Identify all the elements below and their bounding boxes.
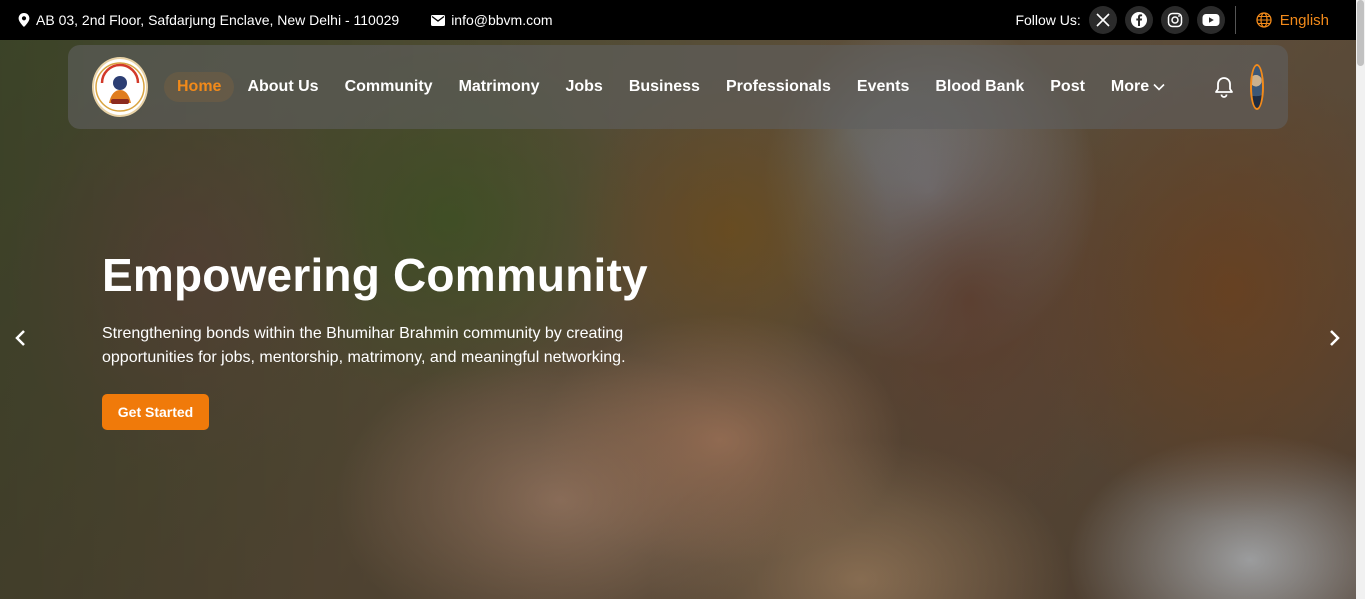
nav-community[interactable]: Community	[332, 72, 446, 102]
nav-matrimony[interactable]: Matrimony	[446, 72, 553, 102]
nav-business[interactable]: Business	[616, 72, 713, 102]
chevron-right-icon	[1330, 330, 1340, 346]
nav-blood-bank[interactable]: Blood Bank	[922, 72, 1037, 102]
primary-nav: Home About Us Community Matrimony Jobs B…	[164, 72, 1178, 102]
get-started-button[interactable]: Get Started	[102, 394, 209, 430]
nav-professionals[interactable]: Professionals	[713, 72, 844, 102]
main-navbar: Home About Us Community Matrimony Jobs B…	[68, 45, 1288, 129]
nav-jobs[interactable]: Jobs	[552, 72, 615, 102]
address-info: AB 03, 2nd Floor, Safdarjung Enclave, Ne…	[18, 12, 399, 28]
nav-events[interactable]: Events	[844, 72, 922, 102]
user-avatar[interactable]	[1250, 64, 1264, 110]
site-logo[interactable]	[92, 57, 148, 117]
hero-title: Empowering Community	[102, 249, 648, 301]
language-selector[interactable]: English	[1256, 12, 1329, 29]
instagram-icon[interactable]	[1160, 6, 1189, 34]
facebook-icon[interactable]	[1124, 6, 1153, 34]
carousel-prev-button[interactable]	[8, 326, 32, 350]
chevron-down-icon	[1153, 83, 1165, 91]
page-scrollbar[interactable]	[1356, 0, 1365, 599]
mail-icon	[431, 14, 446, 26]
language-label[interactable]: English	[1280, 12, 1329, 29]
location-pin-icon	[18, 13, 30, 27]
email-info[interactable]: info@bbvm.com	[431, 12, 553, 28]
nav-post[interactable]: Post	[1037, 72, 1098, 102]
divider	[1234, 6, 1236, 34]
social-links: Follow Us:	[1015, 6, 1225, 34]
carousel-next-button[interactable]	[1323, 326, 1347, 350]
x-icon[interactable]	[1088, 6, 1117, 34]
notification-button[interactable]	[1214, 74, 1234, 100]
nav-home[interactable]: Home	[164, 72, 235, 102]
nav-more[interactable]: More	[1098, 72, 1178, 102]
globe-icon	[1256, 12, 1272, 28]
follow-label: Follow Us:	[1015, 12, 1081, 28]
top-bar: AB 03, 2nd Floor, Safdarjung Enclave, Ne…	[0, 0, 1356, 40]
address-text: AB 03, 2nd Floor, Safdarjung Enclave, Ne…	[36, 12, 400, 28]
bell-icon	[1215, 77, 1234, 98]
youtube-icon[interactable]	[1196, 6, 1225, 34]
nav-more-label: More	[1110, 78, 1150, 95]
hero-banner: Home About Us Community Matrimony Jobs B…	[0, 40, 1356, 599]
chevron-left-icon	[15, 330, 25, 346]
scrollbar-thumb[interactable]	[1357, 0, 1364, 66]
hero-subtitle: Strengthening bonds within the Bhumihar …	[102, 325, 626, 366]
email-link[interactable]: info@bbvm.com	[451, 12, 552, 28]
nav-about-us[interactable]: About Us	[234, 72, 331, 102]
